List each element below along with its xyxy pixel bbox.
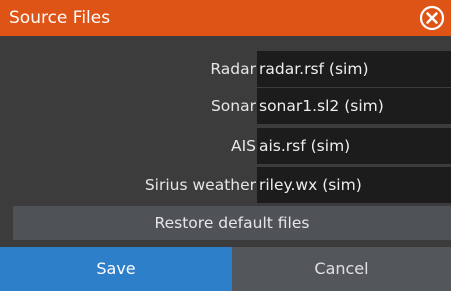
source-row-radar: Radar radar.rsf (sim) xyxy=(0,51,451,87)
source-files-dialog: Source Files Radar radar.rsf (sim) Sonar… xyxy=(0,0,451,291)
save-button[interactable]: Save xyxy=(0,247,232,291)
radar-file-field[interactable]: radar.rsf (sim) xyxy=(257,51,451,87)
source-row-sonar: Sonar sonar1.sl2 (sim) xyxy=(0,88,451,124)
radar-file-value: radar.rsf (sim) xyxy=(259,60,369,78)
dialog-title: Source Files xyxy=(9,8,111,28)
cancel-button[interactable]: Cancel xyxy=(232,247,451,291)
close-icon[interactable] xyxy=(419,5,445,31)
sonar-file-value: sonar1.sl2 (sim) xyxy=(259,97,384,115)
ais-label: AIS xyxy=(230,137,256,155)
sirius-weather-file-field[interactable]: riley.wx (sim) xyxy=(257,167,451,203)
source-row-sirius-weather: Sirius weather riley.wx (sim) xyxy=(0,167,451,203)
sonar-label: Sonar xyxy=(210,97,256,115)
source-row-ais: AIS ais.rsf (sim) xyxy=(0,128,451,164)
radar-label: Radar xyxy=(210,60,256,78)
title-bar: Source Files xyxy=(0,0,451,36)
sonar-file-field[interactable]: sonar1.sl2 (sim) xyxy=(257,88,451,124)
ais-file-field[interactable]: ais.rsf (sim) xyxy=(257,128,451,164)
sirius-weather-label: Sirius weather xyxy=(144,176,256,194)
sirius-weather-file-value: riley.wx (sim) xyxy=(259,176,362,194)
ais-file-value: ais.rsf (sim) xyxy=(259,137,351,155)
restore-default-files-button[interactable]: Restore default files xyxy=(13,206,451,240)
